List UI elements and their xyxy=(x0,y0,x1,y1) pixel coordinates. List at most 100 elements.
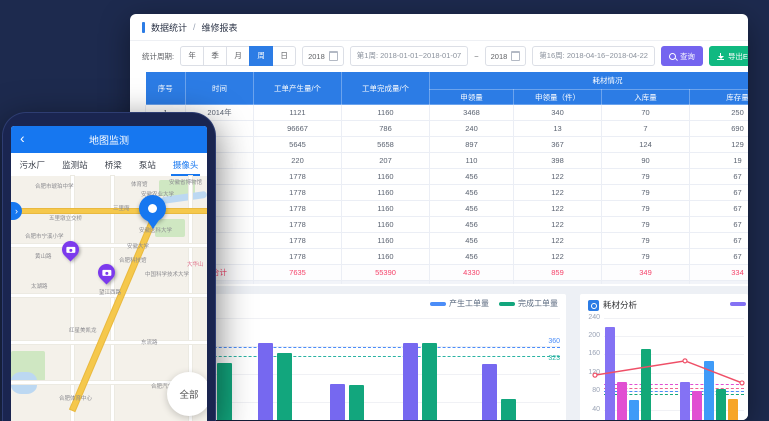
week-start-input[interactable]: 第1周: 2018-01-01~2018-01-07 xyxy=(350,46,468,66)
legend-item-产生工单量[interactable]: 产生工单量 xyxy=(430,298,489,309)
average-row: 平均值353903053111140 xyxy=(146,281,749,285)
camera-marker[interactable] xyxy=(94,260,118,284)
charts-strip: 产生工单量完成工单量 360323 耗材分析 2402001601208040 xyxy=(130,286,748,420)
segment-季[interactable]: 季 xyxy=(203,46,227,66)
map-label: 合肥体育中心 xyxy=(59,394,92,402)
table-row: 177811604561227967 xyxy=(146,169,749,185)
table-cell: 79 xyxy=(602,217,690,233)
y-tick-label: 120 xyxy=(580,369,600,376)
selected-location-pin[interactable] xyxy=(139,195,166,222)
table-cell: 220 xyxy=(254,153,342,169)
table-cell: 1160 xyxy=(342,201,430,217)
back-chevron-icon[interactable]: ‹ xyxy=(20,126,25,153)
map-expander-button[interactable]: › xyxy=(11,202,22,220)
markline-323 xyxy=(164,356,560,357)
query-label: 查询 xyxy=(680,51,695,62)
table-row: 56455658897367124129 xyxy=(146,137,749,153)
table-cell: 67 xyxy=(690,169,749,185)
export-excel-button[interactable]: 导出Excel xyxy=(709,46,748,66)
table-cell: 1160 xyxy=(342,169,430,185)
table-cell: 334 xyxy=(690,265,749,281)
consumable-chart-title: 耗材分析 xyxy=(588,299,637,311)
sub-column-header: 入库量 xyxy=(602,90,690,105)
bar-consumable xyxy=(692,391,702,420)
bar-consumable xyxy=(629,400,639,420)
table-cell: 456 xyxy=(430,201,514,217)
phone-screen: ‹ 地图监测 污水厂监测站桥梁泵站摄像头 合肥市琥珀中学体育馆安徽农业大学安徽省… xyxy=(11,126,207,421)
table-cell: 96667 xyxy=(254,121,342,137)
show-all-button[interactable]: 全部 xyxy=(167,372,207,416)
table-cell: 1778 xyxy=(254,169,342,185)
query-button[interactable]: 查询 xyxy=(661,46,703,66)
table-row: 96667786240137690 xyxy=(146,121,749,137)
map-label: 三里庵 xyxy=(113,204,130,212)
map-label: 望江西路 xyxy=(99,288,121,296)
map-canvas[interactable]: 合肥市琥珀中学体育馆安徽农业大学安徽省博物馆三里庵五里墩立交桥合肥市宁溪小学黄山… xyxy=(11,176,207,421)
table-row: 177811604561227967 xyxy=(146,185,749,201)
tab-摄像头[interactable]: 摄像头 xyxy=(171,153,201,176)
gridline xyxy=(604,318,744,319)
segment-月[interactable]: 月 xyxy=(226,46,250,66)
table-cell: 124 xyxy=(602,137,690,153)
table-cell: 207 xyxy=(342,153,430,169)
range-separator: ~ xyxy=(474,52,478,61)
markline-label: 360 xyxy=(548,338,560,345)
bar-产生工单量 xyxy=(482,364,497,420)
camera-marker[interactable] xyxy=(58,237,82,261)
map-label: 红星美凯龙 xyxy=(69,326,97,334)
table-row: 12014年11211160346834070250 xyxy=(146,105,749,121)
download-icon xyxy=(717,53,724,60)
sub-column-header: 申领量 xyxy=(430,90,514,105)
table-cell: 1778 xyxy=(254,217,342,233)
report-table-wrap: 序号时间工单产生量/个工单完成量/个耗材情况申领量申领量（件）入库量库存量120… xyxy=(145,72,748,284)
table-row: 177811604561227967 xyxy=(146,249,749,265)
tab-泵站[interactable]: 泵站 xyxy=(137,153,158,176)
table-cell: 1160 xyxy=(342,249,430,265)
week-end-input[interactable]: 第16周: 2018-04-16~2018-04-22 xyxy=(532,46,655,66)
tab-污水厂[interactable]: 污水厂 xyxy=(18,153,48,176)
phone-mockup: ‹ 地图监测 污水厂监测站桥梁泵站摄像头 合肥市琥珀中学体育馆安徽农业大学安徽省… xyxy=(2,112,216,421)
legend-item-完成工单量[interactable]: 完成工单量 xyxy=(499,298,558,309)
table-cell: 1160 xyxy=(342,217,430,233)
column-header: 时间 xyxy=(186,72,254,105)
table-cell: 3468 xyxy=(430,105,514,121)
consumable-chart-panel: 耗材分析 2402001601208040 xyxy=(580,294,748,420)
search-icon xyxy=(669,53,676,60)
table-cell: 67 xyxy=(690,233,749,249)
gridline xyxy=(164,318,560,319)
table-cell: 250 xyxy=(690,105,749,121)
tab-监测站[interactable]: 监测站 xyxy=(60,153,90,176)
bar-产生工单量 xyxy=(330,384,345,420)
breadcrumb: 数据统计 / 维修报表 xyxy=(130,14,748,41)
table-cell: 1160 xyxy=(342,105,430,121)
map-label: 安徽省博物馆 xyxy=(169,178,202,186)
bar-consumable xyxy=(605,327,615,420)
filter-bar: 统计周期: 年季月周日 2018 第1周: 2018-01-01~2018-01… xyxy=(130,41,748,71)
bar-产生工单量 xyxy=(403,343,418,420)
segment-年[interactable]: 年 xyxy=(180,46,204,66)
table-cell: 1778 xyxy=(254,185,342,201)
consumable-legend-marker[interactable] xyxy=(730,302,746,306)
workorder-chart-legend: 产生工单量完成工单量 xyxy=(430,298,558,309)
year-end-select[interactable]: 2018 xyxy=(485,46,527,66)
table-row: 177811604561227967 xyxy=(146,201,749,217)
table-cell: 79 xyxy=(602,169,690,185)
table-cell: 240 xyxy=(430,121,514,137)
table-cell: 122 xyxy=(514,249,602,265)
report-table: 序号时间工单产生量/个工单完成量/个耗材情况申领量申领量（件）入库量库存量120… xyxy=(145,72,748,284)
bar-consumable xyxy=(704,361,714,420)
segment-日[interactable]: 日 xyxy=(272,46,296,66)
gridline xyxy=(604,354,744,355)
bar-完成工单量 xyxy=(277,353,292,420)
segment-周[interactable]: 周 xyxy=(249,46,273,66)
year-start-select[interactable]: 2018 xyxy=(302,46,344,66)
calendar-icon xyxy=(329,51,338,61)
tab-桥梁[interactable]: 桥梁 xyxy=(103,153,124,176)
gridline xyxy=(604,336,744,337)
map-label: 大华山 xyxy=(187,260,204,268)
map-label: 体育馆 xyxy=(131,180,148,188)
breadcrumb-section[interactable]: 数据统计 xyxy=(151,21,187,34)
table-cell: 7 xyxy=(602,121,690,137)
total-row: 合计7635553904330859349334 xyxy=(146,265,749,281)
table-cell: 67 xyxy=(690,201,749,217)
